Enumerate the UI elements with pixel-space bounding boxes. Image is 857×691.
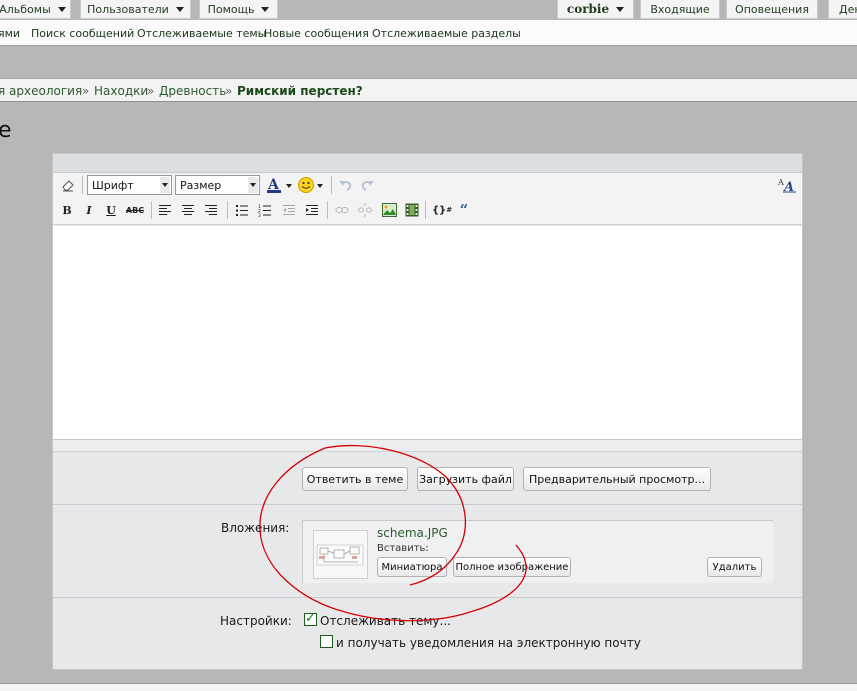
- attachment-item: schema.JPG Вставить: Миниатюра Полное из…: [302, 520, 773, 583]
- chevron-down-icon: [616, 6, 625, 12]
- tab-partial-label: Ден: [839, 2, 857, 16]
- chevron-down-icon: [160, 177, 170, 193]
- breadcrumb: я археология » Находки » Древность » Рим…: [0, 78, 857, 102]
- breadcrumb-separator: »: [147, 84, 155, 98]
- page-title: е: [0, 118, 12, 143]
- subnav-new-posts[interactable]: Новые сообщения: [264, 27, 369, 40]
- attachment-insert-label: Вставить:: [377, 543, 429, 554]
- delete-attachment-button[interactable]: Удалить: [707, 557, 762, 577]
- user-name: corbie: [566, 2, 610, 16]
- form-header: [53, 154, 802, 173]
- tab-alerts-label: Оповещения: [735, 2, 809, 16]
- undo-icon[interactable]: [337, 177, 353, 193]
- message-editor[interactable]: [53, 226, 802, 440]
- chevron-down-icon: [175, 6, 184, 12]
- bold-icon[interactable]: B: [59, 202, 75, 218]
- breadcrumb-separator: »: [225, 84, 233, 98]
- sub-navigation: ями Поиск сообщений Отслеживаемые темы Н…: [0, 20, 857, 46]
- attachment-thumbnail[interactable]: [313, 530, 368, 579]
- chevron-down-icon: [248, 177, 258, 193]
- tab-users-label: Пользователи: [87, 2, 169, 16]
- settings-label: Настройки:: [220, 614, 292, 628]
- email-notify-label: и получать уведомления на электронную по…: [336, 636, 641, 650]
- remove-format-icon[interactable]: [60, 177, 76, 193]
- svg-text:A: A: [777, 178, 784, 187]
- tab-albums-label: Альбомы: [0, 2, 51, 16]
- smiley-icon[interactable]: [296, 176, 326, 194]
- font-size-toggle-icon[interactable]: AA: [776, 176, 798, 194]
- breadcrumb-separator: »: [82, 84, 90, 98]
- editor-resize-bar[interactable]: [53, 440, 802, 452]
- size-select-value: Размер: [180, 178, 222, 192]
- bullet-list-icon[interactable]: [234, 202, 250, 218]
- toolbar-divider: [425, 201, 426, 219]
- unlink-icon[interactable]: [357, 202, 373, 218]
- breadcrumb-item-finds[interactable]: Находки: [94, 84, 148, 98]
- quote-icon[interactable]: “: [456, 201, 472, 219]
- top-navigation: Альбомы Пользователи Помощь corbie Входя…: [0, 0, 857, 20]
- subnav-watched-threads[interactable]: Отслеживаемые темы: [137, 27, 266, 40]
- user-menu[interactable]: corbie: [557, 0, 634, 19]
- watch-thread-checkbox[interactable]: [304, 611, 317, 626]
- font-select-value: Шрифт: [92, 178, 134, 192]
- tab-inbox[interactable]: Входящие: [640, 0, 720, 19]
- insert-media-icon[interactable]: [404, 202, 420, 218]
- subnav-search-posts[interactable]: Поиск сообщений: [31, 27, 134, 40]
- svg-text:3: 3: [258, 213, 261, 217]
- reply-form: Шрифт Размер A AA B I U ABC 1 2 3 {} # “…: [52, 153, 803, 670]
- insert-thumbnail-button[interactable]: Миниатюра: [377, 557, 447, 577]
- size-select[interactable]: Размер: [175, 175, 260, 195]
- redo-icon[interactable]: [360, 177, 376, 193]
- align-center-icon[interactable]: [180, 202, 196, 218]
- underline-icon[interactable]: U: [103, 202, 119, 218]
- insert-full-image-button[interactable]: Полное изображение: [453, 557, 571, 577]
- breadcrumb-item-archaeology[interactable]: я археология: [0, 84, 82, 98]
- code-icon[interactable]: {} #: [431, 202, 453, 218]
- subnav-partial-link[interactable]: ями: [0, 27, 20, 40]
- toolbar-divider: [82, 176, 83, 194]
- divider: [53, 597, 802, 598]
- toolbar-divider: [331, 176, 332, 194]
- editor-toolbar: Шрифт Размер A AA B I U ABC 1 2 3 {} # “: [53, 173, 802, 225]
- tab-partial[interactable]: Ден: [828, 0, 857, 19]
- font-select[interactable]: Шрифт: [87, 175, 172, 195]
- toolbar-divider: [227, 201, 228, 219]
- align-left-icon[interactable]: [157, 202, 173, 218]
- toolbar-divider: [151, 201, 152, 219]
- toolbar-divider: [327, 201, 328, 219]
- tab-help-label: Помощь: [207, 2, 255, 16]
- chevron-down-icon: [57, 6, 66, 12]
- divider: [53, 504, 802, 505]
- tab-users[interactable]: Пользователи: [80, 0, 191, 19]
- italic-icon[interactable]: I: [81, 202, 97, 218]
- email-notify-checkbox[interactable]: [320, 635, 333, 648]
- upload-file-button[interactable]: Загрузить файл: [417, 467, 514, 491]
- reply-button[interactable]: Ответить в теме: [302, 467, 408, 491]
- subnav-watched-forums[interactable]: Отслеживаемые разделы: [372, 27, 521, 40]
- footer-strip: [0, 683, 857, 691]
- strikethrough-icon[interactable]: ABC: [125, 202, 145, 218]
- tab-help[interactable]: Помощь: [199, 0, 278, 19]
- outdent-icon[interactable]: [281, 202, 297, 218]
- watch-thread-label: Отслеживать тему...: [320, 614, 451, 628]
- tab-alerts[interactable]: Оповещения: [726, 0, 818, 19]
- numbered-list-icon[interactable]: 123: [257, 202, 273, 218]
- preview-button[interactable]: Предварительный просмотр...: [523, 467, 711, 491]
- insert-image-icon[interactable]: [381, 202, 397, 218]
- link-icon[interactable]: [334, 202, 350, 218]
- breadcrumb-current[interactable]: Римский перстен?: [237, 84, 363, 98]
- tab-albums[interactable]: Альбомы: [0, 0, 71, 19]
- breadcrumb-item-antiquity[interactable]: Древность: [159, 84, 226, 98]
- tab-inbox-label: Входящие: [650, 2, 710, 16]
- align-right-icon[interactable]: [203, 202, 219, 218]
- text-color-icon[interactable]: A: [265, 176, 295, 194]
- attachment-filename[interactable]: schema.JPG: [377, 526, 448, 540]
- indent-icon[interactable]: [304, 202, 320, 218]
- attachments-label: Вложения:: [221, 521, 290, 535]
- chevron-down-icon: [261, 6, 270, 12]
